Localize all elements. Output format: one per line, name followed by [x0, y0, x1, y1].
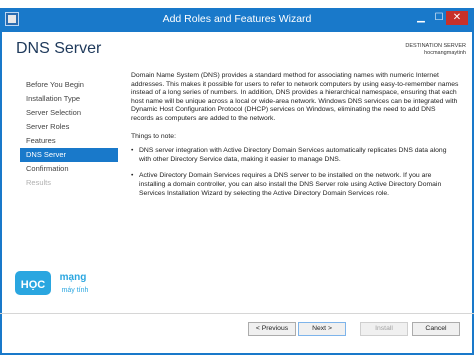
nav-item-installation-type[interactable]: Installation Type [20, 92, 118, 106]
content-pane: Domain Name System (DNS) provides a stan… [131, 72, 459, 206]
destination-name: hocmangmaytinh [424, 50, 466, 56]
nav-item-dns-server[interactable]: DNS Server [20, 148, 118, 162]
minimize-button[interactable]: ▁ [414, 11, 428, 25]
next-button[interactable]: Next > [298, 322, 346, 336]
window-title: Add Roles and Features Wizard [162, 13, 312, 25]
maximize-button[interactable]: ☐ [432, 11, 446, 25]
destination-label: DESTINATION SERVER [405, 43, 466, 49]
footer-divider [0, 313, 474, 314]
hoc-mang-may-tinh-logo: HỌC mạng máy tính [15, 271, 89, 295]
nav-item-server-roles[interactable]: Server Roles [20, 120, 118, 134]
list-item: Active Directory Domain Services require… [131, 172, 459, 198]
list-item: DNS server integration with Active Direc… [131, 147, 459, 164]
install-button: Install [360, 322, 408, 336]
page-title: DNS Server [16, 40, 102, 57]
wizard-nav: Before You Begin Installation Type Serve… [20, 78, 118, 190]
previous-button[interactable]: < Previous [248, 322, 296, 336]
nav-item-results: Results [26, 178, 52, 187]
close-button[interactable]: ✕ [446, 11, 468, 25]
cancel-button[interactable]: Cancel [412, 322, 460, 336]
title-bar[interactable]: Add Roles and Features Wizard ▁ ☐ ✕ [2, 8, 472, 32]
nav-item-server-selection[interactable]: Server Selection [20, 106, 118, 120]
intro-paragraph: Domain Name System (DNS) provides a stan… [131, 72, 459, 122]
notes-list: DNS server integration with Active Direc… [131, 147, 459, 198]
nav-item-before-you-begin[interactable]: Before You Begin [20, 78, 118, 92]
nav-item-features[interactable]: Features [20, 134, 118, 148]
things-to-note-heading: Things to note: [131, 132, 176, 140]
destination-server: DESTINATION SERVER hocmangmaytinh [405, 43, 466, 57]
logo-sub-text-1: mạng [60, 272, 87, 283]
logo-main-text: HỌC [21, 279, 46, 291]
logo-sub-text-2: máy tính [62, 287, 89, 294]
nav-item-confirmation[interactable]: Confirmation [20, 162, 118, 176]
